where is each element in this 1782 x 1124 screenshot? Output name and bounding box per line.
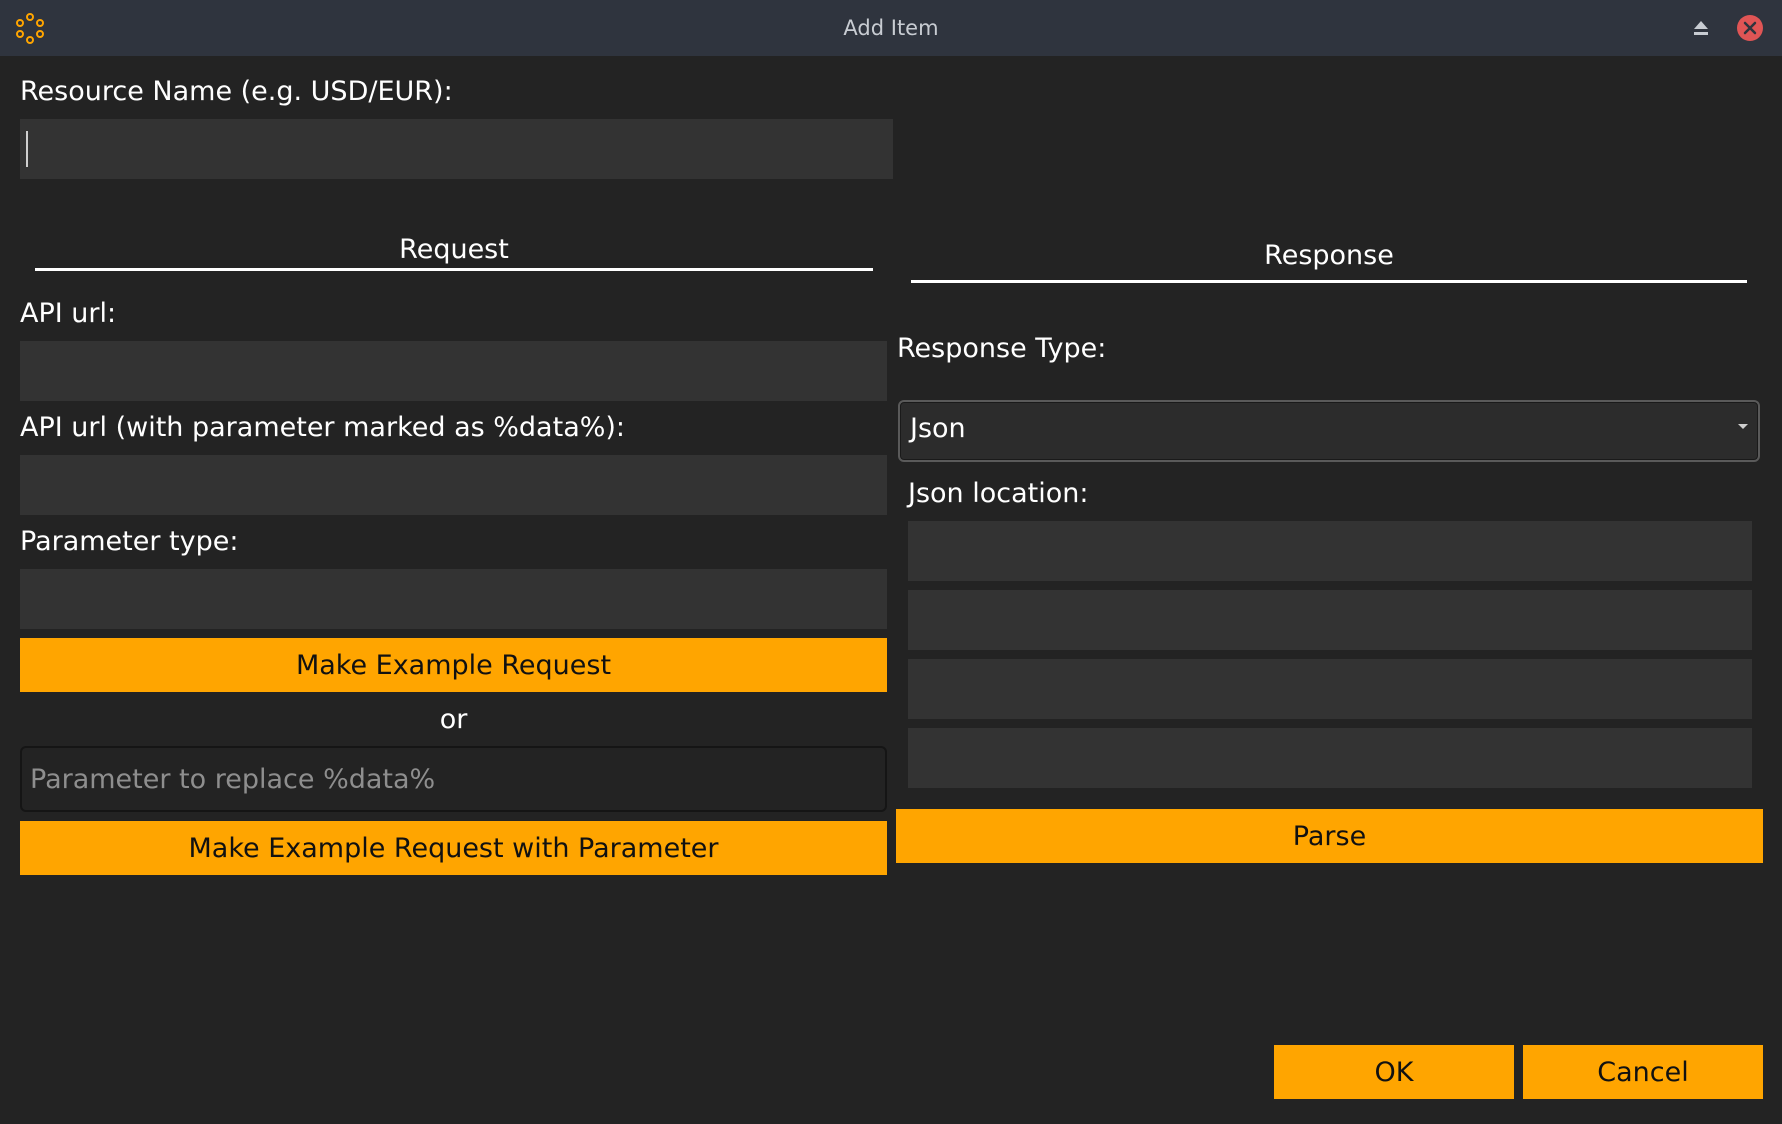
make-example-request-with-parameter-button[interactable]: Make Example Request with Parameter (20, 821, 887, 875)
parameter-type-input[interactable] (20, 569, 887, 629)
resource-name-label: Resource Name (e.g. USD/EUR): (20, 76, 453, 107)
api-url-label: API url: (20, 298, 117, 329)
window-title: Add Item (843, 16, 939, 40)
response-type-select[interactable]: Json (898, 400, 1760, 462)
request-section-title: Request (399, 234, 509, 265)
parse-button[interactable]: Parse (896, 809, 1763, 863)
resource-name-input[interactable] (20, 119, 893, 179)
parameter-input[interactable] (20, 746, 887, 812)
response-section-title: Response (1264, 240, 1394, 271)
json-location-label: Json location: (908, 478, 1089, 509)
ok-button[interactable]: OK (1274, 1045, 1514, 1099)
text-caret (26, 131, 28, 167)
parameter-type-label: Parameter type: (20, 526, 239, 557)
json-location-input-2[interactable] (908, 590, 1752, 650)
response-section-divider (911, 280, 1747, 283)
title-bar: Add Item (0, 0, 1782, 56)
response-type-label: Response Type: (897, 333, 1107, 364)
api-url-input[interactable] (20, 341, 887, 401)
api-url-param-label: API url (with parameter marked as %data%… (20, 412, 626, 443)
close-icon[interactable] (1736, 14, 1764, 42)
chevron-down-icon (1738, 424, 1748, 429)
request-section-divider (35, 268, 873, 271)
make-example-request-button[interactable]: Make Example Request (20, 638, 887, 692)
json-location-input-4[interactable] (908, 728, 1752, 788)
eject-icon[interactable] (1687, 14, 1715, 42)
json-location-input-3[interactable] (908, 659, 1752, 719)
cancel-button[interactable]: Cancel (1523, 1045, 1763, 1099)
or-separator: or (439, 704, 468, 735)
api-url-param-input[interactable] (20, 455, 887, 515)
json-location-input-1[interactable] (908, 521, 1752, 581)
response-type-selected-value: Json (910, 413, 966, 444)
